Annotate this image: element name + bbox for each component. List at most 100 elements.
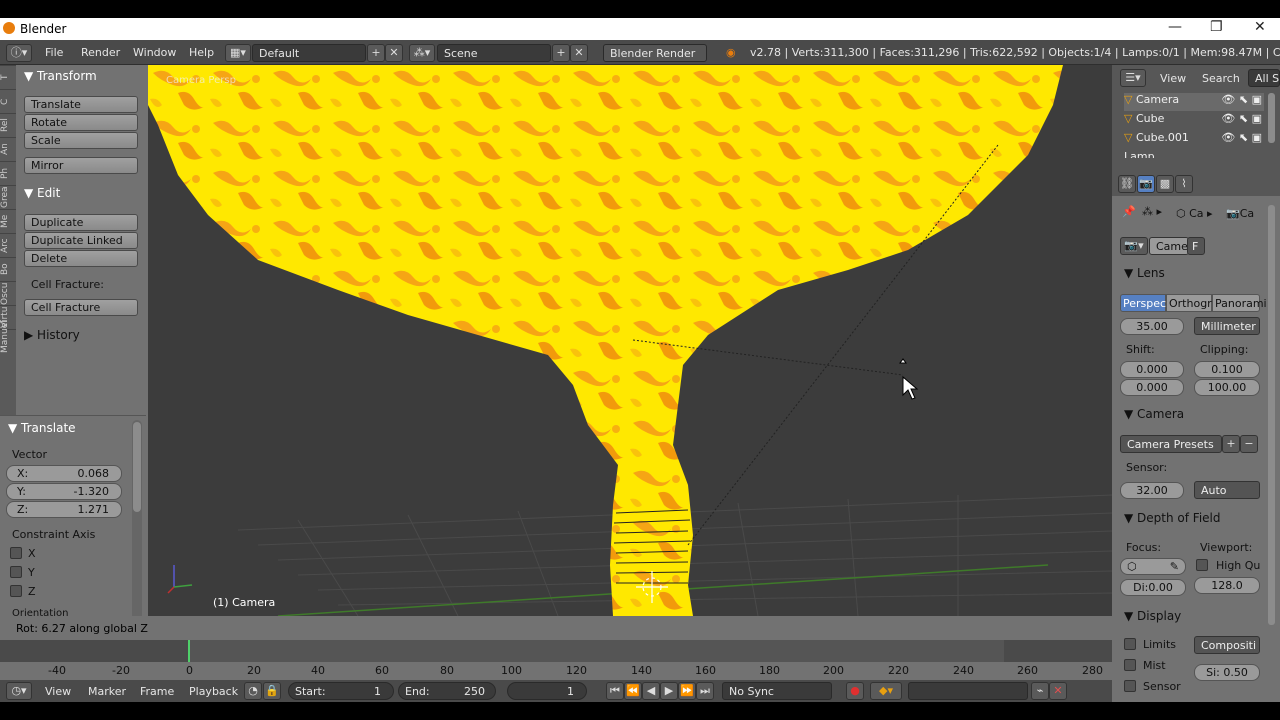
info-editor-icon[interactable]: ⓘ▾ bbox=[6, 44, 32, 62]
sync-mode-select[interactable]: No Sync bbox=[722, 682, 832, 700]
focus-object-field[interactable]: ⬡ ✎ bbox=[1120, 558, 1186, 575]
composition-guides-select[interactable]: Compositi bbox=[1194, 636, 1260, 654]
fstop-field[interactable]: 128.0 bbox=[1194, 577, 1260, 594]
menu-file[interactable]: File bbox=[45, 46, 63, 59]
camera-presets-select[interactable]: Camera Presets bbox=[1120, 435, 1222, 453]
tab-relations[interactable]: Rel bbox=[0, 113, 16, 137]
pin-icon[interactable]: 📌 bbox=[1122, 205, 1136, 218]
translate-button[interactable]: Translate bbox=[24, 96, 138, 113]
constraints-tab-icon[interactable]: ⛓ bbox=[1118, 175, 1136, 193]
outliner-item-camera[interactable]: ▽ Camera 👁 ⬉ ▣ bbox=[1124, 93, 1264, 111]
mist-checkbox[interactable] bbox=[1124, 659, 1136, 671]
delete-button[interactable]: Delete bbox=[24, 250, 138, 267]
tab-bo[interactable]: Bo bbox=[0, 257, 16, 281]
outliner-item-cube-001[interactable]: ▽ Cube.001 👁 ⬉ ▣ bbox=[1124, 131, 1264, 149]
maximize-button[interactable]: ❐ bbox=[1210, 19, 1223, 35]
camera-browse-icon[interactable]: 📷▾ bbox=[1120, 237, 1148, 255]
lens-panel-header[interactable]: ▼ Lens bbox=[1124, 266, 1165, 280]
play-icon[interactable]: ▶ bbox=[660, 682, 678, 700]
menu-render[interactable]: Render bbox=[81, 46, 120, 59]
scene-icon[interactable]: ⁂▾ bbox=[409, 44, 435, 62]
scale-button[interactable]: Scale bbox=[24, 132, 138, 149]
keying-set-field[interactable] bbox=[908, 682, 1028, 700]
timeline-ruler[interactable]: -40 -20 0 20 40 60 80 100 120 140 160 18… bbox=[0, 662, 1112, 680]
constraint-y-checkbox[interactable] bbox=[10, 566, 22, 578]
timeline-menu-playback[interactable]: Playback bbox=[189, 685, 238, 698]
tab-physics[interactable]: Ph bbox=[0, 161, 16, 185]
outliner-display-select[interactable]: All Sc bbox=[1248, 69, 1280, 87]
display-size-field[interactable]: Si: 0.50 bbox=[1194, 664, 1260, 681]
outliner-menu-view[interactable]: View bbox=[1160, 72, 1186, 85]
duplicate-linked-button[interactable]: Duplicate Linked bbox=[24, 232, 138, 249]
camera-data-tab-icon[interactable]: 📷 bbox=[1137, 175, 1155, 193]
properties-scrollbar[interactable] bbox=[1268, 205, 1275, 625]
tab-tools[interactable]: T bbox=[0, 65, 16, 89]
render-engine-select[interactable]: Blender Render bbox=[603, 44, 707, 62]
vector-x-field[interactable]: X: 0.068 bbox=[6, 465, 122, 482]
sensor-size-field[interactable]: 32.00 bbox=[1120, 482, 1184, 499]
edit-panel-header[interactable]: ▼ Edit bbox=[24, 186, 60, 200]
tab-oscu[interactable]: Oscu bbox=[0, 281, 16, 305]
timeline-menu-frame[interactable]: Frame bbox=[140, 685, 174, 698]
end-frame-field[interactable]: End: 250 bbox=[398, 682, 496, 700]
layout-icon[interactable]: ▦▾ bbox=[225, 44, 251, 62]
mirror-button[interactable]: Mirror bbox=[24, 157, 138, 174]
lock-icon[interactable]: 🔒 bbox=[263, 682, 281, 700]
play-reverse-icon[interactable]: ◀ bbox=[642, 682, 660, 700]
shift-x-field[interactable]: 0.000 bbox=[1120, 361, 1184, 378]
scene-select[interactable]: Scene bbox=[437, 44, 551, 62]
lens-perspective-toggle[interactable]: Perspect bbox=[1120, 294, 1170, 312]
physics-tab-icon[interactable]: ⌇ bbox=[1175, 175, 1193, 193]
cell-fracture-button[interactable]: Cell Fracture bbox=[24, 299, 138, 316]
limits-checkbox[interactable] bbox=[1124, 638, 1136, 650]
high-quality-checkbox[interactable] bbox=[1196, 559, 1208, 571]
tab-create[interactable]: C bbox=[0, 89, 16, 113]
preset-add-icon[interactable]: + bbox=[1222, 435, 1240, 453]
constraint-z-checkbox[interactable] bbox=[10, 585, 22, 597]
timeline-menu-marker[interactable]: Marker bbox=[88, 685, 126, 698]
lens-orthographic-toggle[interactable]: Orthogra bbox=[1166, 294, 1218, 312]
next-keyframe-icon[interactable]: ⏩ bbox=[678, 682, 696, 700]
focal-length-field[interactable]: 35.00 bbox=[1120, 318, 1184, 335]
tab-animation[interactable]: An bbox=[0, 137, 16, 161]
3d-viewport[interactable]: Camera Persp bbox=[148, 65, 1112, 616]
texture-tab-icon[interactable]: ▩ bbox=[1156, 175, 1174, 193]
record-icon[interactable]: ● bbox=[846, 682, 864, 700]
timeline-menu-view[interactable]: View bbox=[45, 685, 71, 698]
camera-panel-header[interactable]: ▼ Camera bbox=[1124, 407, 1184, 421]
delete-keyframe-icon[interactable]: ✕ bbox=[1049, 682, 1067, 700]
outliner-scrollbar[interactable] bbox=[1268, 93, 1275, 143]
clip-end-field[interactable]: 100.00 bbox=[1194, 379, 1260, 396]
focus-distance-field[interactable]: Di:0.00 bbox=[1120, 579, 1186, 596]
shift-y-field[interactable]: 0.000 bbox=[1120, 379, 1184, 396]
history-panel-header[interactable]: ▶ History bbox=[24, 328, 80, 342]
constraint-x-checkbox[interactable] bbox=[10, 547, 22, 559]
tab-manuel[interactable]: Manuel bbox=[0, 320, 16, 353]
outliner-editor-icon[interactable]: ☰▾ bbox=[1120, 69, 1146, 87]
preset-remove-icon[interactable]: − bbox=[1240, 435, 1258, 453]
tab-arc[interactable]: Arc bbox=[0, 233, 16, 257]
redo-panel-header[interactable]: ▼ Translate bbox=[8, 421, 76, 435]
minimize-button[interactable]: — bbox=[1168, 19, 1182, 35]
lens-panoramic-toggle[interactable]: Panorami bbox=[1212, 294, 1267, 312]
layout-select[interactable]: Default bbox=[252, 44, 366, 62]
layout-add-icon[interactable]: + bbox=[367, 44, 385, 62]
jump-start-icon[interactable]: ⏮ bbox=[606, 682, 624, 700]
outliner-item-lamp[interactable]: Lamp bbox=[1124, 150, 1264, 158]
scene-add-icon[interactable]: + bbox=[552, 44, 570, 62]
scene-remove-icon[interactable]: ✕ bbox=[570, 44, 588, 62]
keyframe-icon[interactable]: ◆▾ bbox=[870, 682, 902, 700]
dof-panel-header[interactable]: ▼ Depth of Field bbox=[1124, 511, 1221, 525]
vector-z-field[interactable]: Z: 1.271 bbox=[6, 501, 122, 518]
rotate-button[interactable]: Rotate bbox=[24, 114, 138, 131]
vector-y-field[interactable]: Y: -1.320 bbox=[6, 483, 122, 500]
duplicate-button[interactable]: Duplicate bbox=[24, 214, 138, 231]
start-frame-field[interactable]: Start: 1 bbox=[288, 682, 394, 700]
jump-end-icon[interactable]: ⏭ bbox=[696, 682, 714, 700]
menu-help[interactable]: Help bbox=[189, 46, 214, 59]
close-button[interactable]: ✕ bbox=[1254, 19, 1266, 35]
insert-keyframe-icon[interactable]: ⌁ bbox=[1031, 682, 1049, 700]
prev-keyframe-icon[interactable]: ⏪ bbox=[624, 682, 642, 700]
preview-range-icon[interactable]: ◔ bbox=[244, 682, 262, 700]
camera-name-field[interactable]: Came bbox=[1149, 237, 1189, 255]
